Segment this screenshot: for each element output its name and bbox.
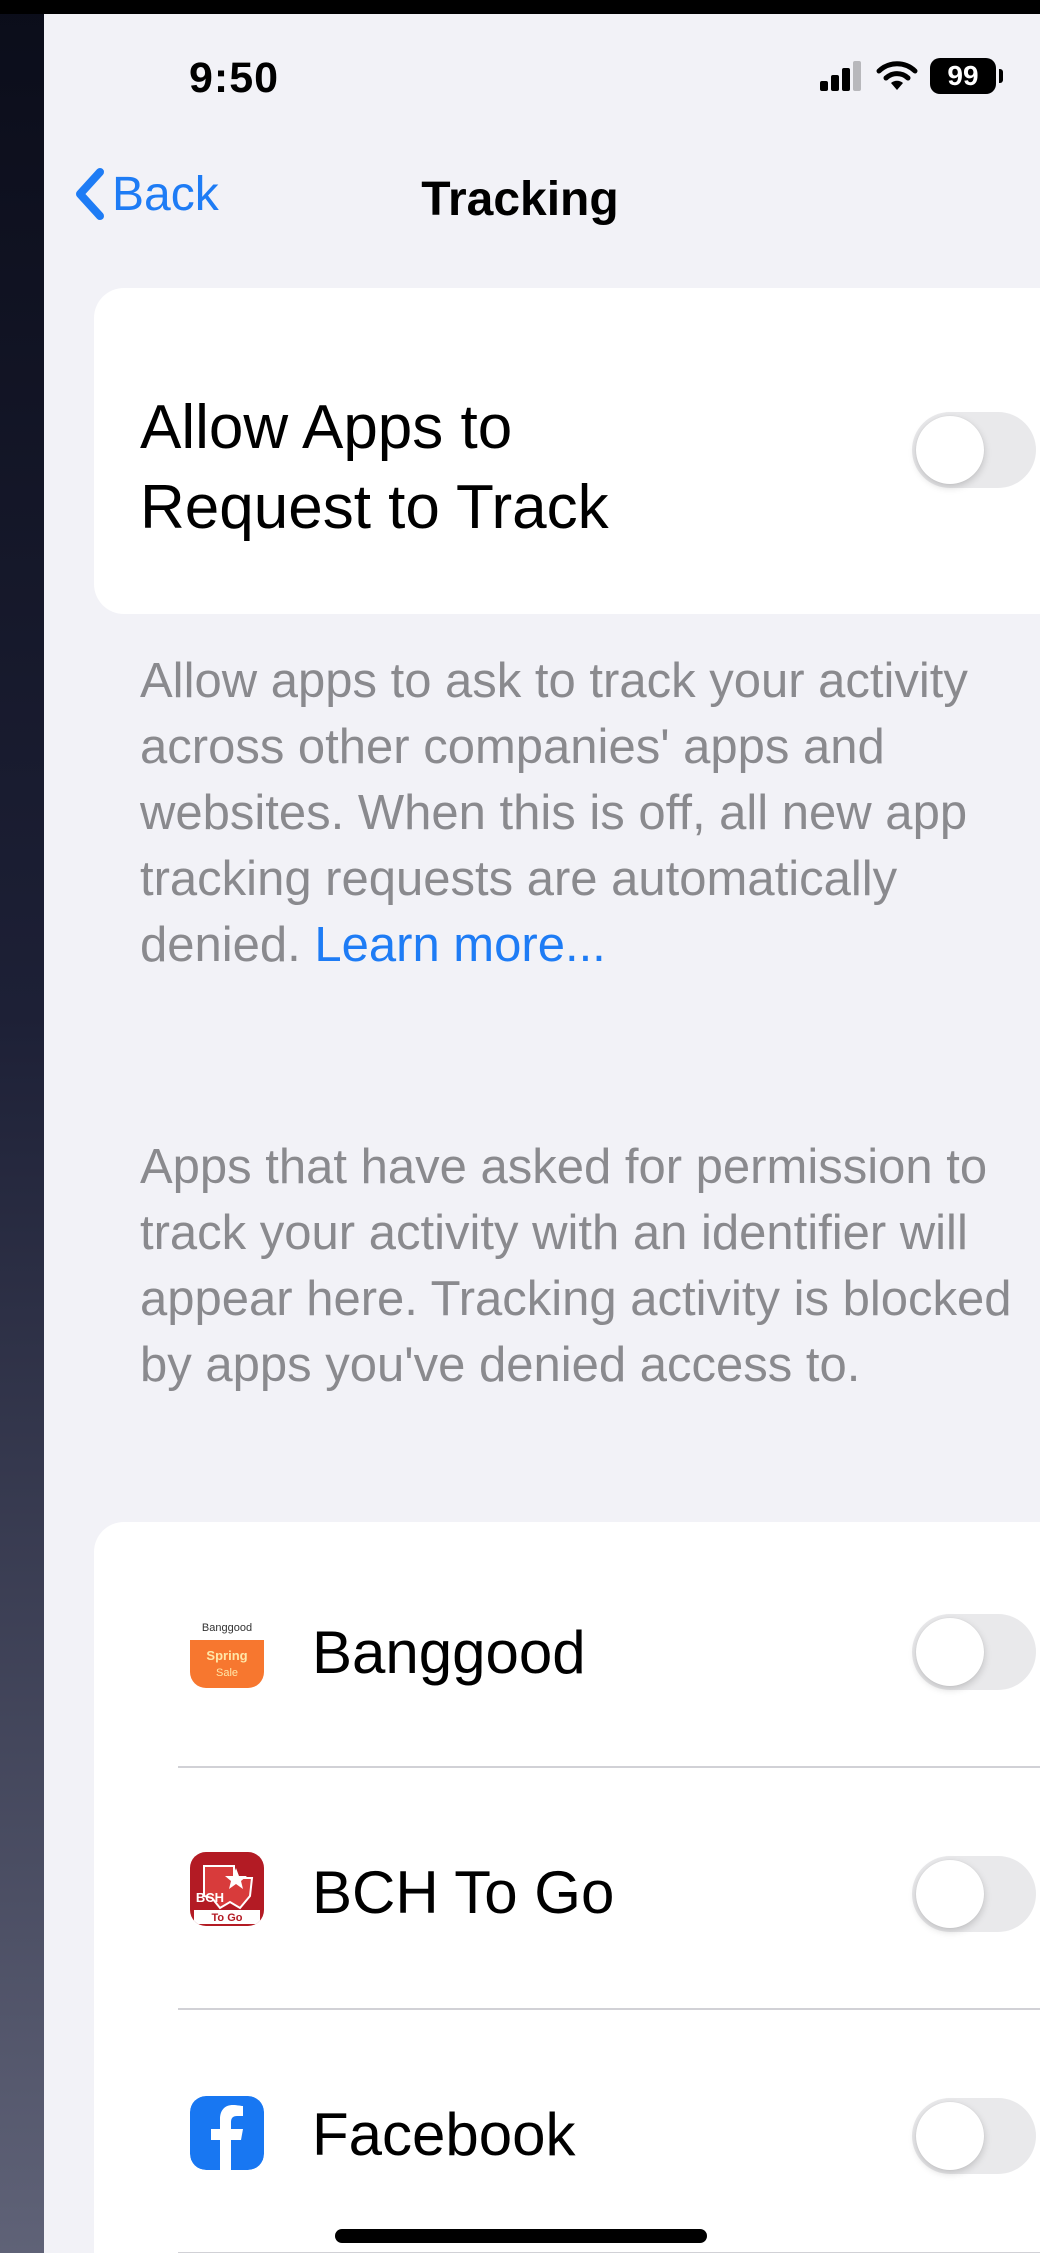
bch-icon-line2: To Go [212, 1912, 243, 1924]
allow-tracking-toggle[interactable] [912, 412, 1036, 488]
bch-to-go-icon: BCH To Go [190, 1852, 264, 1926]
phone-screen: 9:50 99 Back Tracking Allow Apps to Requ… [44, 14, 1040, 2253]
allow-tracking-label: Allow Apps to Request to Track [140, 393, 609, 542]
app-row-bch-to-go: BCH To Go BCH To Go [94, 1766, 1040, 2008]
app-name-bch-to-go: BCH To Go [312, 1859, 615, 1926]
navigation-bar: Back Tracking [44, 154, 1040, 244]
app-name-banggood: Banggood [312, 1619, 586, 1686]
status-icons: 99 [820, 58, 1003, 94]
banggood-icon-line1: Spring [206, 1648, 247, 1663]
banggood-icon: Banggood Spring Sale [190, 1614, 264, 1688]
bch-to-go-toggle[interactable] [912, 1856, 1036, 1932]
wifi-icon [876, 61, 918, 90]
apps-list: Banggood Spring Sale Banggood BCH To Go … [94, 1522, 1040, 2253]
app-row-banggood: Banggood Spring Sale Banggood [94, 1522, 1040, 1764]
apps-info-text: Apps that have asked for permission to t… [140, 1140, 1012, 1392]
device-top-edge [0, 0, 1040, 14]
facebook-icon [190, 2096, 264, 2170]
app-row-facebook: Facebook [94, 2008, 1040, 2250]
status-bar: 9:50 99 [44, 14, 1040, 144]
page-title: Tracking [421, 173, 619, 226]
status-time: 9:50 [189, 54, 280, 102]
battery-icon: 99 [930, 58, 1003, 94]
toggle-knob [916, 1860, 984, 1928]
facebook-toggle[interactable] [912, 2098, 1036, 2174]
toggle-knob [916, 1618, 984, 1686]
banggood-toggle[interactable] [912, 1614, 1036, 1690]
toggle-knob [916, 416, 984, 484]
banggood-icon-line2: Sale [216, 1667, 238, 1679]
app-name-facebook: Facebook [312, 2101, 576, 2168]
tracking-description: Allow apps to ask to track your activity… [140, 648, 1040, 978]
bch-icon-line1: BCH [196, 1890, 224, 1905]
cellular-signal-icon [820, 61, 861, 91]
learn-more-link[interactable]: Learn more... [314, 918, 605, 972]
toggle-knob [916, 2102, 984, 2170]
home-indicator[interactable] [335, 2229, 707, 2243]
allow-tracking-card: Allow Apps to Request to Track [94, 288, 1040, 614]
banggood-icon-brand: Banggood [202, 1622, 252, 1634]
